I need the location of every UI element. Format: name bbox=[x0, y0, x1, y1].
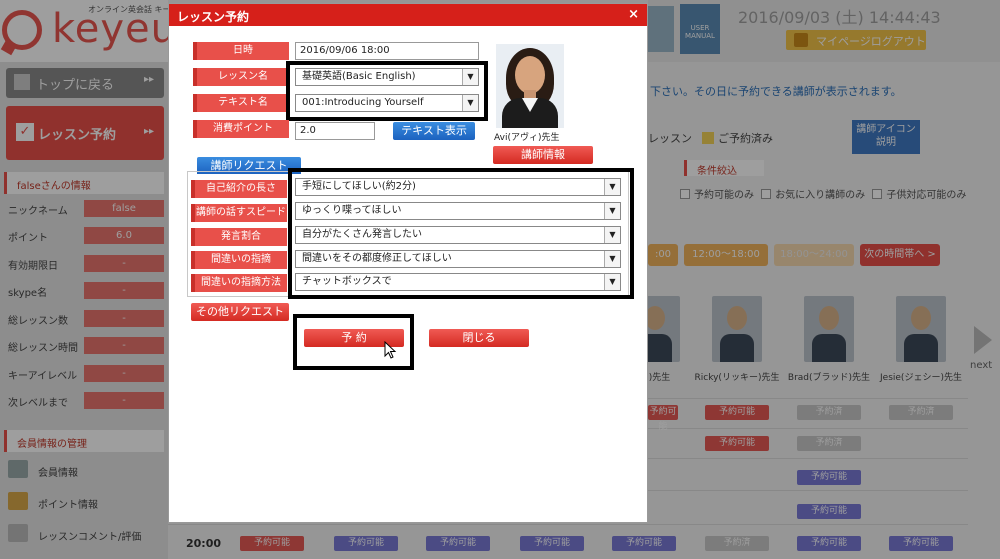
teacher-name: Avi(アヴィ)先生 bbox=[494, 133, 560, 143]
dialog-title: レッスン予約 bbox=[177, 10, 250, 24]
request-label: 間違いの指摘方法 bbox=[191, 274, 287, 292]
close-button[interactable]: 閉じる bbox=[429, 329, 529, 347]
teacher-photo-face bbox=[515, 56, 545, 94]
points-label: 消費ポイント bbox=[193, 120, 289, 138]
other-request-button[interactable]: その他リクエスト bbox=[191, 303, 289, 321]
highlight-box-requests bbox=[288, 168, 634, 299]
lesson-name-label: レッスン名 bbox=[193, 68, 289, 86]
mouse-cursor-icon bbox=[384, 341, 397, 359]
text-name-label: テキスト名 bbox=[193, 94, 289, 112]
request-label: 発言割合 bbox=[191, 228, 287, 246]
lesson-reserve-dialog: レッスン予約 × 日時 2016/09/06 18:00 レッスン名 基礎英語(… bbox=[168, 3, 648, 523]
text-view-button[interactable]: テキスト表示 bbox=[393, 122, 475, 140]
teacher-photo bbox=[496, 44, 564, 128]
datetime-value: 2016/09/06 18:00 bbox=[295, 42, 479, 60]
request-label: 間違いの指摘 bbox=[191, 251, 287, 269]
request-label: 講師の話すスピード bbox=[191, 204, 287, 222]
close-icon[interactable]: × bbox=[628, 7, 639, 22]
teacher-info-button[interactable]: 講師情報 bbox=[493, 146, 593, 164]
points-value: 2.0 bbox=[295, 122, 375, 140]
dialog-title-bar: レッスン予約 × bbox=[169, 4, 647, 26]
highlight-box-lesson bbox=[286, 61, 488, 121]
datetime-label: 日時 bbox=[193, 42, 289, 60]
request-label: 自己紹介の長さ bbox=[191, 180, 287, 198]
